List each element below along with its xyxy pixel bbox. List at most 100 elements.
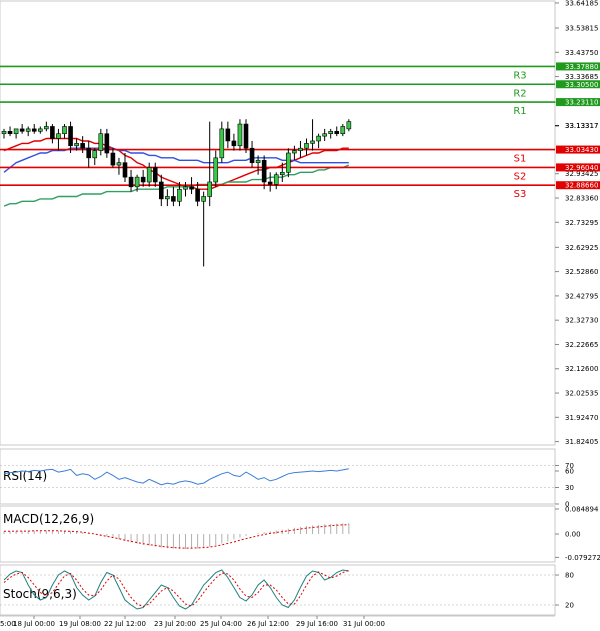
chart-background — [0, 0, 600, 631]
candle-body — [74, 143, 79, 147]
candle-body — [140, 176, 146, 183]
price-tick-label: 32.02535 — [565, 390, 598, 398]
price-tick-label: 33.53815 — [565, 24, 598, 32]
candle-body — [152, 167, 158, 183]
price-tick-label: 32.22665 — [565, 341, 598, 349]
indicator-tick-label: 0.084894 — [565, 505, 599, 513]
candle-body — [328, 131, 334, 135]
time-tick-label: 19 Jul 08:00 — [59, 620, 101, 628]
candle-body — [261, 159, 267, 183]
candle-body — [25, 128, 31, 132]
candle-body — [237, 123, 243, 147]
candle-body — [249, 147, 255, 163]
candle-body — [44, 126, 49, 130]
price-tick-label: 32.83360 — [565, 195, 598, 203]
time-tick-label: 25 Jul 04:00 — [200, 620, 242, 628]
indicator-tick-label: -0.079272 — [565, 554, 600, 562]
price-tick-label: 32.32730 — [565, 317, 598, 325]
candle-body — [37, 128, 43, 132]
candle-body — [279, 172, 285, 176]
candle-body — [310, 140, 315, 144]
candle-body — [346, 121, 352, 130]
candle-body — [116, 162, 122, 166]
indicator-tick-label: 20 — [565, 602, 574, 610]
price-tick-label: 33.64185 — [565, 0, 598, 7]
current-price-label: 33.13317 — [565, 122, 598, 130]
candle-body — [128, 176, 134, 188]
candle-body — [292, 150, 297, 154]
pivot-level-price-text: 33.23110 — [565, 99, 598, 107]
time-tick-label: 22 Jul 12:00 — [104, 620, 146, 628]
candle-body — [334, 131, 340, 135]
candle-body — [13, 128, 19, 135]
price-tick-label: 33.43750 — [565, 49, 598, 57]
candle-body — [19, 128, 25, 132]
candle-body — [225, 128, 231, 142]
pivot-level-name: R3 — [513, 70, 526, 81]
candle-body — [146, 167, 152, 183]
candle-body — [231, 140, 237, 147]
time-tick-label: 31 Jul 00:00 — [343, 620, 385, 628]
indicator-tick-label: 80 — [565, 572, 574, 580]
candle-body — [80, 143, 85, 149]
pivot-level-name: S2 — [514, 171, 527, 182]
pivot-level-price-text: 32.88660 — [565, 182, 598, 190]
stoch-title: Stoch(9,6,3) — [3, 587, 77, 601]
candle-body — [213, 157, 219, 183]
candle-body — [7, 131, 13, 135]
price-tick-label: 32.73295 — [565, 219, 598, 227]
candle-body — [68, 126, 73, 147]
pivot-level-price-text: 33.03430 — [565, 146, 598, 154]
pivot-level-name: S1 — [514, 154, 527, 165]
price-tick-label: 31.92470 — [565, 414, 598, 422]
candle-body — [50, 126, 55, 139]
candle-body — [316, 135, 321, 142]
pivot-level-name: R2 — [513, 88, 526, 99]
candle-body — [255, 159, 261, 163]
candle-body — [286, 152, 291, 173]
time-tick-label: 26 Jul 12:00 — [247, 620, 289, 628]
candle-body — [122, 162, 128, 178]
time-tick-label: 29 Jul 16:00 — [296, 620, 338, 628]
candle-body — [1, 131, 7, 135]
candle-body — [189, 186, 194, 190]
indicator-tick-label: 0.00 — [565, 531, 581, 539]
candle-body — [177, 188, 182, 202]
indicator-tick-label: 60 — [565, 468, 574, 476]
candle-body — [98, 133, 104, 151]
candle-body — [134, 176, 140, 188]
candle-body — [219, 128, 225, 159]
candle-body — [171, 196, 176, 202]
candle-body — [165, 196, 170, 200]
pivot-level-price-text: 33.30500 — [565, 81, 598, 89]
candle-body — [267, 181, 273, 185]
candle-body — [304, 143, 309, 149]
candle-body — [86, 147, 91, 159]
candle-body — [243, 123, 249, 149]
indicator-tick-label: 30 — [565, 484, 574, 492]
candle-body — [183, 186, 188, 190]
pivot-level-price-text: 33.37880 — [565, 63, 598, 71]
candle-body — [62, 126, 67, 135]
pivot-level-name: R1 — [513, 106, 526, 117]
candle-body — [322, 133, 327, 137]
candle-body — [92, 150, 98, 159]
price-tick-label: 32.42795 — [565, 292, 598, 300]
price-tick-label: 32.62925 — [565, 244, 598, 252]
candle-body — [201, 196, 206, 202]
candle-body — [56, 133, 61, 139]
candle-body — [110, 152, 116, 166]
candle-body — [104, 133, 110, 154]
candle-body — [31, 128, 37, 132]
pivot-level-name: S3 — [514, 189, 527, 200]
candle-body — [207, 181, 212, 197]
chart-root: 33.6418533.5381533.4375033.3368533.23110… — [0, 0, 600, 631]
macd-title: MACD(12,26,9) — [3, 512, 94, 526]
time-tick-label: 18 Jul 00:00 — [13, 620, 55, 628]
price-tick-label: 31.82405 — [565, 438, 598, 446]
pivot-level-price-text: 32.96040 — [565, 164, 598, 172]
candle-body — [195, 188, 200, 202]
candle-body — [340, 126, 346, 135]
candle-body — [159, 181, 164, 200]
price-tick-label: 32.52860 — [565, 268, 598, 276]
